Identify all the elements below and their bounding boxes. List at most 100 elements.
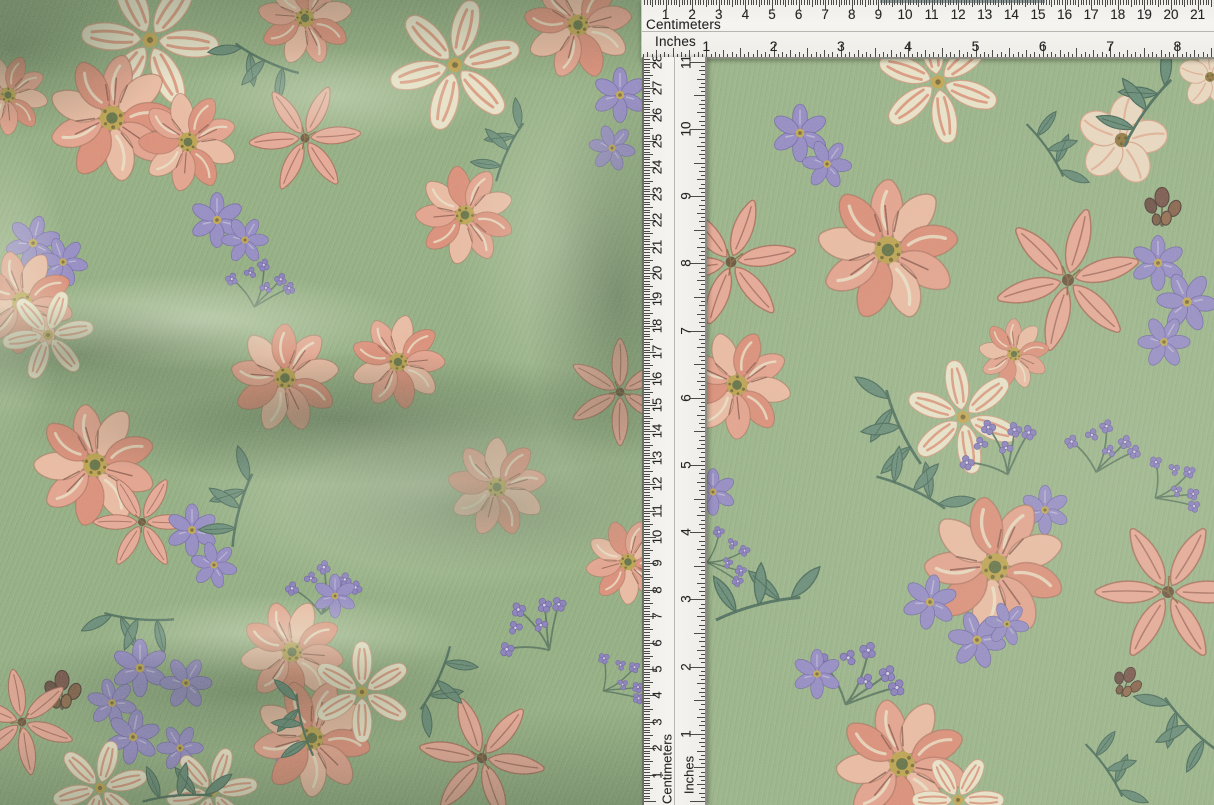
cm-tick-mark (644, 75, 653, 76)
inch-tick-mark (950, 52, 951, 58)
cm-tick-mark (644, 178, 650, 179)
cm-tick-mark (644, 730, 650, 731)
inch-tick-mark (701, 402, 706, 403)
cm-tick-mark (1206, 0, 1207, 5)
inch-number: 2 (679, 663, 694, 671)
cm-tick-mark (804, 0, 805, 5)
inch-tick-mark (699, 457, 705, 458)
cm-tick-mark (865, 0, 866, 7)
inch-tick-mark (757, 50, 758, 57)
inch-tick-mark (870, 54, 871, 58)
inch-tick-mark (883, 52, 884, 58)
cm-tick-mark (1083, 0, 1084, 5)
cm-tick-mark (644, 342, 650, 343)
inch-tick-mark (701, 562, 706, 563)
inch-tick-mark (697, 146, 705, 147)
maroon-buds (1143, 187, 1184, 226)
inch-tick-mark (701, 108, 706, 109)
inch-tick-mark (799, 52, 800, 58)
cm-tick-mark (644, 553, 650, 554)
inch-tick-mark (697, 751, 705, 752)
inch-tick-mark (694, 95, 705, 96)
cm-tick-mark (668, 0, 669, 5)
cm-number: 11 (925, 7, 939, 22)
inch-tick-mark (837, 54, 838, 58)
inch-tick-mark (701, 688, 706, 689)
inch-tick-mark (701, 410, 706, 411)
cm-tick-mark (644, 492, 650, 493)
inch-tick-mark (701, 612, 706, 613)
cm-number: 17 (650, 345, 665, 359)
cm-tick-mark (777, 0, 778, 5)
cm-tick-mark (679, 0, 680, 7)
inch-tick-mark (1009, 48, 1010, 58)
inch-tick-mark (701, 763, 706, 764)
cm-tick-mark (676, 0, 677, 5)
inch-tick-mark (673, 48, 674, 58)
cm-tick-mark (801, 0, 802, 5)
cm-tick-mark (839, 0, 840, 7)
cm-tick-mark (1142, 0, 1143, 5)
inch-tick-mark (795, 54, 796, 58)
cm-tick-mark (748, 0, 749, 5)
cm-tick-mark (644, 497, 653, 498)
cm-number: 25 (650, 134, 665, 148)
inch-tick-mark (1022, 54, 1023, 58)
cm-number: 6 (650, 639, 665, 646)
inch-tick-mark (832, 52, 833, 58)
inch-tick-mark (701, 83, 706, 84)
inch-tick-mark (701, 217, 706, 218)
cm-tick-mark (644, 790, 650, 791)
cm-tick-mark (674, 0, 675, 5)
cm-tick-mark (644, 313, 653, 314)
inch-tick-mark (689, 50, 690, 57)
cm-tick-mark (1089, 0, 1090, 5)
cm-tick-mark (1078, 0, 1079, 7)
inch-tick-mark (701, 234, 706, 235)
cm-tick-mark (862, 0, 863, 5)
cm-tick-mark (644, 753, 650, 754)
pink-lily-flower (234, 65, 376, 210)
cm-tick-mark (753, 0, 754, 5)
cm-tick-mark (644, 793, 650, 794)
inch-tick-mark (701, 755, 706, 756)
inch-tick-mark (1051, 52, 1052, 58)
purple-floret-spray (482, 581, 582, 672)
inch-tick-mark (701, 654, 706, 655)
cm-tick-mark (769, 0, 770, 5)
cm-tick-mark (644, 257, 650, 258)
cm-tick-mark (1211, 0, 1212, 7)
inch-tick-mark (900, 52, 901, 58)
inch-tick-mark (701, 74, 706, 75)
cm-tick-mark (644, 740, 650, 741)
cm-tick-mark (644, 764, 650, 765)
cm-tick-mark (644, 653, 650, 654)
inch-tick-mark (811, 54, 812, 58)
inch-tick-mark (701, 419, 706, 420)
cm-tick-mark (644, 780, 650, 781)
cm-number: 19 (650, 292, 665, 306)
inch-tick-mark (967, 52, 968, 58)
cm-tick-mark (1110, 0, 1111, 5)
inch-tick-mark (790, 50, 791, 57)
inch-tick-mark (699, 305, 705, 306)
inch-tick-mark (699, 373, 705, 374)
inch-number: 8 (1173, 38, 1181, 54)
inch-tick-mark (701, 209, 706, 210)
inch-tick-mark (699, 557, 705, 558)
inch-tick-mark (701, 528, 706, 529)
photo-edge-shadow (880, 0, 1045, 3)
inch-tick-mark (701, 713, 706, 714)
cm-number: 9 (875, 7, 883, 22)
cm-number: 8 (650, 586, 665, 593)
inch-tick-mark (912, 54, 913, 58)
cm-tick-mark (644, 635, 650, 636)
inch-tick-mark (699, 423, 705, 424)
cm-tick-mark (644, 801, 656, 802)
cm-number: 18 (1110, 7, 1125, 22)
inch-tick-mark (1085, 52, 1086, 58)
inch-tick-mark (896, 54, 897, 58)
inch-tick-mark (954, 54, 955, 58)
inch-number: 3 (837, 38, 845, 54)
inch-tick-mark (701, 436, 706, 437)
